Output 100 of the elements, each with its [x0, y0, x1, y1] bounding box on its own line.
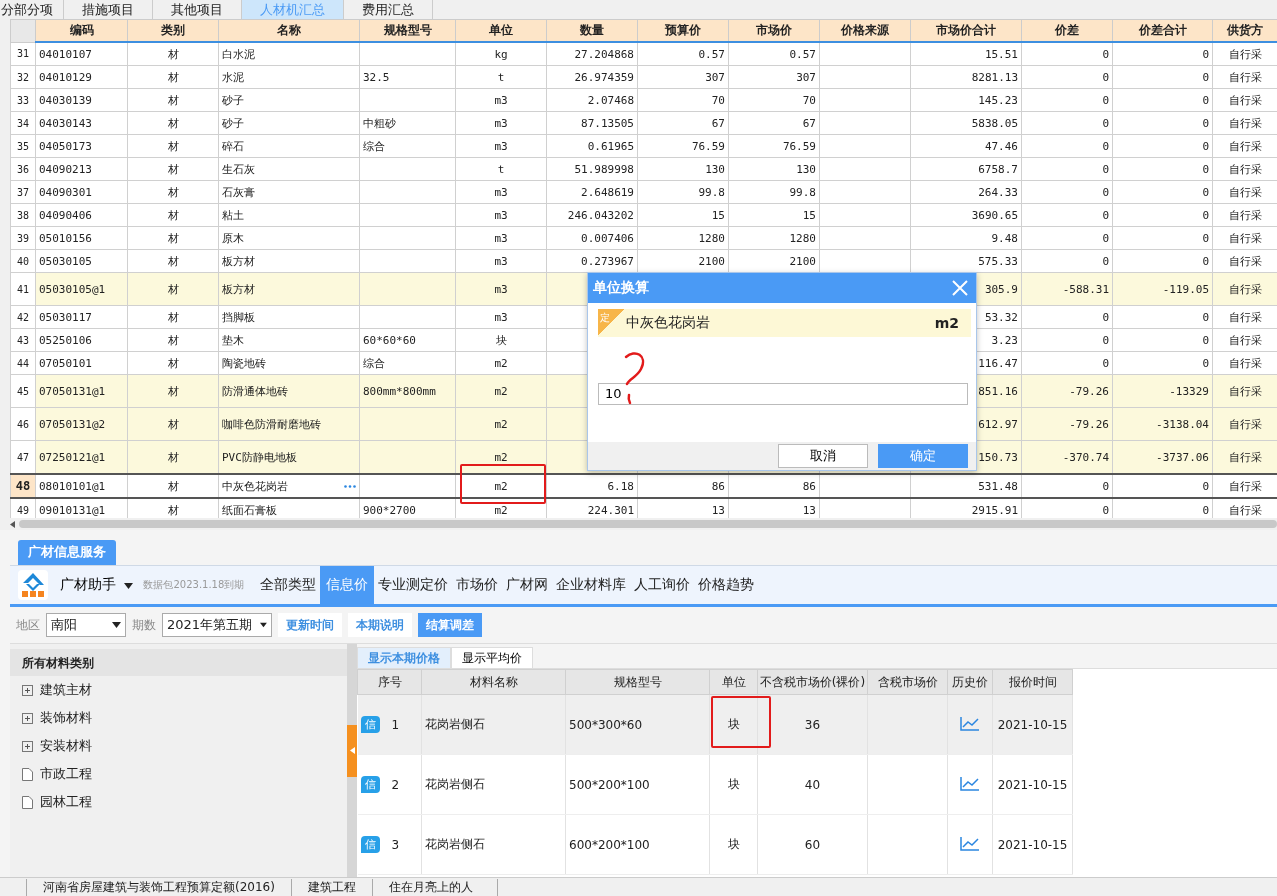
row-number: 37 — [10, 180, 36, 204]
table-cell: 自行采 — [1228, 449, 1262, 465]
nav-tab[interactable]: 专业测定价 — [374, 566, 453, 604]
table-cell: m3 — [494, 254, 508, 268]
column-header[interactable]: 类别 — [127, 19, 219, 42]
column-header[interactable]: 预算价 — [637, 19, 729, 42]
brand-dropdown[interactable]: 广材助手 — [56, 566, 138, 604]
row-number: 33 — [10, 88, 36, 112]
column-header[interactable]: 单位 — [455, 19, 547, 42]
sheet-tab[interactable]: 分部分项 — [0, 0, 64, 19]
table-cell: 05250106 — [39, 333, 92, 347]
column-header[interactable]: 不含税市场价(裸价) — [757, 669, 868, 695]
table-cell: 材 — [167, 138, 179, 154]
scroll-left-icon[interactable] — [10, 520, 15, 528]
table-cell: 砂子 — [222, 115, 244, 131]
table-cell: 自行采 — [1228, 309, 1262, 325]
trend-chart-icon[interactable] — [960, 715, 980, 731]
expand-icon[interactable] — [22, 684, 33, 696]
column-header[interactable]: 价格来源 — [819, 19, 911, 42]
caret-icon[interactable] — [124, 583, 134, 589]
table-cell: 0.61965 — [587, 139, 634, 153]
column-header[interactable]: 供货方 — [1212, 19, 1277, 42]
column-header[interactable]: 市场价 — [728, 19, 820, 42]
table-cell: 05030105@1 — [39, 282, 106, 296]
caret-icon[interactable] — [260, 622, 267, 628]
column-header[interactable]: 报价时间 — [992, 669, 1073, 695]
table-cell: 224.301 — [587, 503, 634, 517]
table-cell: -588.31 — [1062, 282, 1109, 296]
table-cell: t — [497, 162, 505, 176]
table-cell: 0.57 — [789, 47, 816, 61]
row-number: 31 — [10, 42, 36, 66]
table-cell: -3138.04 — [1156, 417, 1209, 431]
nav-tab[interactable]: 广材网 — [502, 566, 553, 604]
period-select[interactable]: 2021年第五期 — [162, 613, 272, 637]
table-cell: 04090213 — [39, 162, 92, 176]
table-cell: 70 — [711, 93, 725, 107]
region-select[interactable]: 南阳 — [46, 613, 126, 637]
close-icon[interactable] — [952, 280, 968, 296]
column-header[interactable]: 数量 — [546, 19, 638, 42]
view-tab[interactable]: 显示平均价 — [451, 647, 533, 668]
table-cell: -13329 — [1169, 384, 1209, 398]
nav-tab[interactable]: 企业材料库 — [552, 566, 631, 604]
column-header[interactable]: 价差合计 — [1112, 19, 1213, 42]
nav-tab[interactable]: 人工询价 — [630, 566, 695, 604]
column-header[interactable]: 历史价 — [947, 669, 993, 695]
table-cell: 07250121@1 — [39, 450, 106, 464]
table-cell: 07050131@2 — [39, 417, 106, 431]
expand-icon[interactable] — [22, 712, 33, 724]
category-item[interactable]: 市政工程 — [10, 760, 347, 788]
category-item[interactable]: 安装材料 — [10, 732, 347, 760]
table-cell: 531.48 — [978, 479, 1018, 493]
caret-icon[interactable] — [112, 622, 121, 628]
table-cell: 0.273967 — [581, 254, 634, 268]
table-cell: 05030117 — [39, 310, 92, 324]
table-cell: 67 — [802, 116, 816, 130]
table-cell: m3 — [494, 282, 508, 296]
trend-chart-icon[interactable] — [960, 775, 980, 791]
row-number: 43 — [10, 328, 36, 352]
column-header[interactable]: 规格型号 — [565, 669, 710, 695]
table-cell: m3 — [494, 231, 508, 245]
table-cell: 04090406 — [39, 208, 92, 222]
column-header[interactable]: 名称 — [218, 19, 360, 42]
nav-tab[interactable]: 市场价 — [452, 566, 503, 604]
nav-tab[interactable]: 全部类型 — [256, 566, 321, 604]
table-cell: 13 — [802, 503, 816, 517]
table-cell: 600*200*100 — [569, 837, 650, 852]
category-item[interactable]: 园林工程 — [10, 788, 347, 816]
table-cell: m3 — [494, 93, 508, 107]
table-cell: 99.8 — [789, 185, 816, 199]
table-cell: 2915.91 — [971, 503, 1018, 517]
table-cell: 500*300*60 — [569, 717, 643, 732]
category-item[interactable]: 建筑主材 — [10, 676, 347, 704]
column-header[interactable]: 价差 — [1021, 19, 1113, 42]
action-button[interactable]: 本期说明 — [348, 613, 412, 637]
column-header[interactable]: 编码 — [35, 19, 128, 42]
dialog-button[interactable]: 取消 — [778, 444, 868, 468]
category-item[interactable]: 装饰材料 — [10, 704, 347, 732]
column-header[interactable]: 单位 — [709, 669, 758, 695]
collapse-handle[interactable] — [347, 724, 357, 777]
quota-badge: 定 — [598, 309, 625, 336]
table-cell: 60 — [804, 837, 821, 852]
nav-tab[interactable]: 价格趋势 — [694, 566, 759, 604]
column-header[interactable]: 序号 — [357, 669, 422, 695]
column-header[interactable]: 含税市场价 — [867, 669, 948, 695]
row-number: 48 — [10, 474, 36, 498]
table-cell: m3 — [494, 208, 508, 222]
more-icon[interactable] — [344, 484, 356, 488]
conversion-input[interactable]: 10 — [598, 382, 968, 405]
table-cell: 0 — [1102, 162, 1109, 176]
table-cell: 47.46 — [984, 139, 1018, 153]
table-cell: 0 — [1202, 139, 1209, 153]
expand-icon[interactable] — [22, 740, 33, 752]
table-cell: 04010129 — [39, 70, 92, 84]
column-header[interactable]: 市场价合计 — [910, 19, 1022, 42]
table-cell: 0 — [1202, 479, 1209, 493]
trend-chart-icon[interactable] — [960, 835, 980, 851]
row-number: 45 — [10, 374, 36, 408]
table-cell: 04030139 — [39, 93, 92, 107]
column-header[interactable]: 材料名称 — [421, 669, 566, 695]
column-header[interactable]: 规格型号 — [359, 19, 456, 42]
